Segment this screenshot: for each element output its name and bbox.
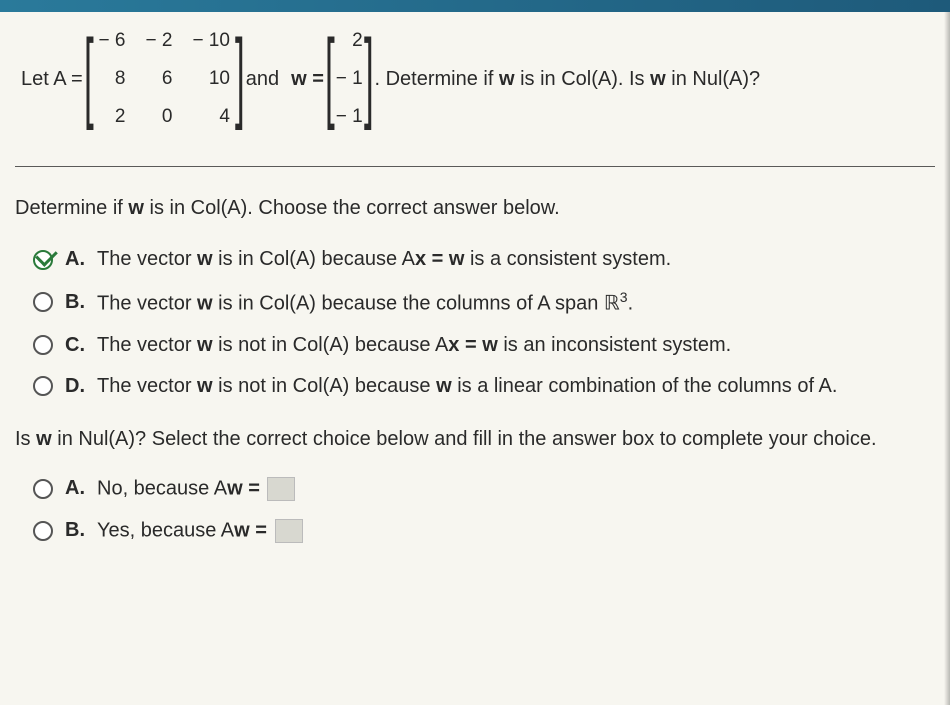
opt-post: is a linear combination of the columns o… — [457, 375, 837, 397]
matrix-a: − 6− 2− 10 8610 204 — [89, 22, 240, 136]
opt-eq: w = — [227, 477, 260, 499]
q1-option-c[interactable]: C. The vector w is not in Col(A) because… — [33, 334, 935, 357]
a-cell: − 6 — [89, 22, 136, 60]
option-letter: B. — [65, 519, 87, 542]
q1-options: A. The vector w is in Col(A) because Ax … — [15, 248, 935, 398]
opt-pre: The vector — [97, 293, 191, 315]
option-text: Yes, because Aw = — [97, 519, 303, 543]
w-bold: w — [197, 293, 213, 315]
opt-pre: The vector — [97, 375, 191, 397]
w-bold: w — [197, 334, 213, 356]
w-bold: w = — [291, 68, 324, 90]
opt-eq: w = — [234, 519, 267, 541]
opt-pre: The vector — [97, 334, 191, 356]
q1-mid: is in Col(A). Choose the correct answer … — [150, 197, 560, 219]
option-text: The vector w is in Col(A) because the co… — [97, 289, 633, 316]
q2-option-b[interactable]: B. Yes, because Aw = — [33, 519, 935, 543]
w-bold: w — [128, 197, 144, 219]
w-bold: w — [36, 428, 52, 450]
a-cell: 2 — [89, 98, 136, 136]
radio-icon[interactable] — [33, 292, 53, 312]
a-cell: 10 — [182, 60, 240, 98]
option-letter: A. — [65, 477, 87, 500]
vector-w: 2 − 1 − 1 — [330, 22, 369, 136]
opt-mid: is not in Col(A) because — [218, 375, 430, 397]
radio-selected-icon[interactable] — [33, 250, 53, 270]
radio-icon[interactable] — [33, 479, 53, 499]
let-a-text: Let A = — [21, 68, 83, 91]
opt-pre: The vector — [97, 248, 191, 270]
tail2: is in Col(A). Is — [520, 68, 644, 90]
problem-statement: Let A = [ − 6− 2− 10 8610 204 ] and w = … — [15, 22, 935, 136]
q1-prompt: Determine if w is in Col(A). Choose the … — [15, 197, 935, 220]
vector-w-right-bracket: ] — [364, 20, 374, 130]
a-cell: 6 — [135, 60, 182, 98]
q2-post: in Nul(A)? Select the correct choice bel… — [57, 428, 876, 450]
w-bold: w — [197, 248, 213, 270]
q2-option-a[interactable]: A. No, because Aw = — [33, 477, 935, 501]
question-content: Let A = [ − 6− 2− 10 8610 204 ] and w = … — [0, 12, 950, 571]
w-cell: − 1 — [330, 98, 369, 136]
q2-options: A. No, because Aw = B. Yes, because Aw = — [15, 477, 935, 543]
radio-icon[interactable] — [33, 521, 53, 541]
option-letter: A. — [65, 248, 87, 271]
q1-pre: Determine if — [15, 197, 123, 219]
section-divider — [15, 166, 935, 167]
opt-post: is an inconsistent system. — [503, 334, 731, 356]
option-text: No, because Aw = — [97, 477, 295, 501]
radio-icon[interactable] — [33, 335, 53, 355]
w-cell: 2 — [330, 22, 369, 60]
w-eq-text: w = — [291, 68, 324, 91]
tail-text: . Determine if w is in Col(A). Is w in N… — [374, 68, 760, 91]
opt-sup: 3 — [620, 289, 628, 305]
tail1: . Determine if — [374, 68, 493, 90]
q2-pre: Is — [15, 428, 31, 450]
option-letter: B. — [65, 291, 87, 314]
matrix-a-left-bracket: [ — [84, 20, 94, 130]
and-text: and — [246, 68, 279, 91]
opt-mid: is in Col(A) because A — [218, 248, 415, 270]
a-cell: 0 — [135, 98, 182, 136]
a-cell: 4 — [182, 98, 240, 136]
radio-icon[interactable] — [33, 376, 53, 396]
window-top-bar — [0, 0, 950, 12]
q1-option-d[interactable]: D. The vector w is not in Col(A) because… — [33, 375, 935, 398]
w-cell: − 1 — [330, 60, 369, 98]
opt-text: Yes, because A — [97, 519, 234, 541]
page-shadow — [944, 12, 950, 705]
tail3: in Nul(A)? — [671, 68, 760, 90]
a-cell: 8 — [89, 60, 136, 98]
opt-mid: is in Col(A) because the columns of A sp… — [218, 293, 620, 315]
a-cell: − 10 — [182, 22, 240, 60]
opt-eq: x = w — [415, 248, 464, 270]
opt-text: No, because A — [97, 477, 227, 499]
option-letter: C. — [65, 334, 87, 357]
w-bold: w — [197, 375, 213, 397]
w-bold: w — [650, 68, 666, 90]
matrix-a-right-bracket: ] — [235, 20, 245, 130]
option-text: The vector w is not in Col(A) because Ax… — [97, 334, 731, 357]
opt-mid: is not in Col(A) because A — [218, 334, 448, 356]
answer-box[interactable] — [275, 519, 303, 543]
opt-post: . — [628, 293, 634, 315]
a-cell: − 2 — [135, 22, 182, 60]
w-bold: w — [499, 68, 515, 90]
vector-w-left-bracket: [ — [325, 20, 335, 130]
q1-option-b[interactable]: B. The vector w is in Col(A) because the… — [33, 289, 935, 316]
q2-prompt: Is w in Nul(A)? Select the correct choic… — [15, 428, 935, 451]
opt-eq: x = w — [448, 334, 497, 356]
option-text: The vector w is in Col(A) because Ax = w… — [97, 248, 671, 271]
option-letter: D. — [65, 375, 87, 398]
option-text: The vector w is not in Col(A) because w … — [97, 375, 837, 398]
q1-option-a[interactable]: A. The vector w is in Col(A) because Ax … — [33, 248, 935, 271]
w-bold: w — [436, 375, 452, 397]
answer-box[interactable] — [267, 477, 295, 501]
opt-post: is a consistent system. — [470, 248, 671, 270]
